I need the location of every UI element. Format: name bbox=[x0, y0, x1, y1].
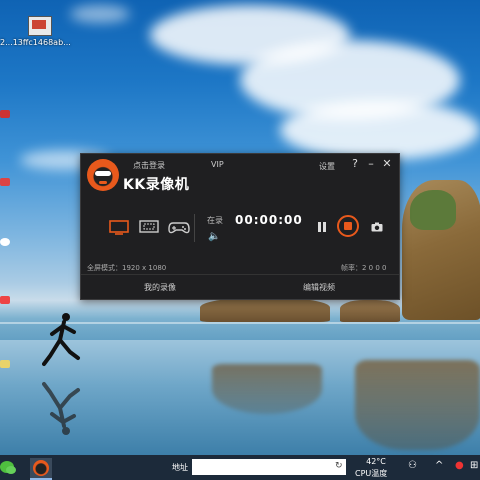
runner-silhouette bbox=[42, 313, 80, 366]
resolution-status: 全屏模式：1920 x 1080 bbox=[87, 264, 167, 272]
tray-icon[interactable]: ⊞ bbox=[470, 460, 478, 471]
edge-icon[interactable] bbox=[0, 296, 10, 304]
region-mode-button[interactable] bbox=[137, 218, 161, 236]
runner-reflection bbox=[42, 382, 80, 435]
cpu-temperature: 42°C bbox=[366, 457, 386, 466]
cloud bbox=[280, 100, 480, 160]
divider bbox=[194, 214, 195, 242]
help-button[interactable]: ? bbox=[349, 157, 361, 170]
tray-app-icon[interactable]: ● bbox=[455, 460, 464, 471]
gamepad-icon bbox=[168, 221, 190, 233]
app-title: KK录像机 bbox=[123, 177, 190, 193]
record-timer: 00:00:00 bbox=[235, 213, 303, 227]
edge-icon[interactable] bbox=[0, 178, 10, 186]
chevron-up-icon[interactable]: ^ bbox=[435, 460, 443, 471]
rock bbox=[340, 300, 400, 322]
edge-icon[interactable] bbox=[0, 110, 10, 118]
camera-icon[interactable] bbox=[371, 222, 383, 232]
volume-icon[interactable]: 🔈 bbox=[208, 231, 220, 242]
reflection bbox=[355, 360, 480, 450]
bottom-bar: 我的录像 编辑视频 bbox=[81, 274, 399, 300]
record-stop-button[interactable] bbox=[337, 215, 359, 237]
kk-recorder-window: 点击登录 VIP KK录像机 设置 ? – ✕ 在录 🔈 00:00:00 全屏… bbox=[80, 153, 400, 300]
settings-link[interactable]: 设置 bbox=[319, 161, 335, 172]
close-button[interactable]: ✕ bbox=[381, 157, 393, 170]
cpu-temp-label: CPU温度 bbox=[355, 469, 388, 478]
edge-icon[interactable] bbox=[0, 238, 10, 246]
desktop-file-icon[interactable] bbox=[28, 16, 52, 36]
record-status-label: 在录 bbox=[207, 216, 223, 225]
taskbar: 地址 ↻ 42°C CPU温度 ⚇ ^ ● ⊞ bbox=[0, 455, 480, 480]
kk-recorder-icon bbox=[33, 460, 49, 476]
pause-button[interactable] bbox=[315, 220, 329, 234]
game-mode-button[interactable] bbox=[167, 218, 191, 236]
fps-status: 帧率：2 0 0 0 bbox=[341, 264, 387, 272]
cloud bbox=[70, 5, 130, 23]
address-label: 地址 bbox=[172, 463, 188, 472]
wechat-icon[interactable] bbox=[0, 459, 16, 476]
reflection bbox=[212, 364, 322, 414]
desktop-file-label: 2...13ffc1468ab... bbox=[0, 38, 71, 47]
monitor-icon bbox=[109, 219, 129, 235]
minimize-button[interactable]: – bbox=[365, 157, 377, 170]
rock bbox=[200, 298, 330, 322]
my-videos-button[interactable]: 我的录像 bbox=[144, 282, 176, 293]
edge-icon[interactable] bbox=[0, 360, 10, 368]
rock-formation bbox=[402, 180, 480, 320]
refresh-icon[interactable]: ↻ bbox=[335, 461, 343, 471]
people-icon[interactable]: ⚇ bbox=[408, 460, 417, 471]
fullscreen-mode-button[interactable] bbox=[107, 218, 131, 236]
window-icon bbox=[139, 219, 159, 233]
edit-video-button[interactable]: 编辑视频 bbox=[303, 282, 335, 293]
kk-logo-icon bbox=[87, 159, 119, 191]
taskbar-kk-recorder[interactable] bbox=[30, 458, 52, 480]
login-link[interactable]: 点击登录 bbox=[133, 160, 165, 171]
address-input[interactable] bbox=[192, 459, 346, 475]
vip-link[interactable]: VIP bbox=[211, 160, 224, 169]
